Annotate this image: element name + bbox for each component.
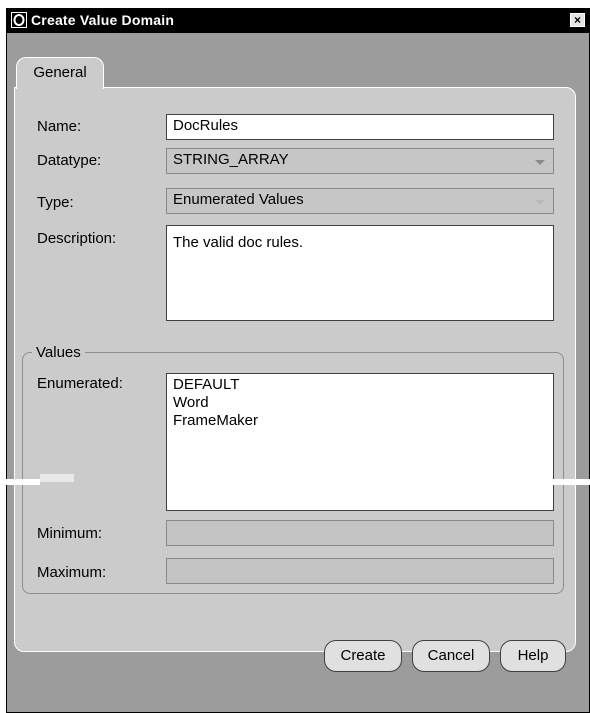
title-bar[interactable]: Create Value Domain ×: [7, 9, 589, 33]
chevron-down-icon: [535, 200, 545, 205]
render-artifact: [0, 479, 40, 485]
close-icon: ×: [573, 13, 581, 27]
render-artifact: [552, 479, 590, 485]
enumerated-label: Enumerated:: [37, 375, 123, 392]
list-item[interactable]: DEFAULT: [173, 376, 547, 394]
chevron-down-icon: [535, 160, 545, 165]
help-button[interactable]: Help: [500, 640, 566, 672]
render-artifact: [40, 474, 74, 482]
tab-general[interactable]: General: [16, 57, 104, 89]
close-button[interactable]: ×: [570, 13, 585, 27]
minimum-input[interactable]: [166, 520, 554, 546]
maximum-input[interactable]: [166, 558, 554, 584]
enumerated-list[interactable]: DEFAULT Word FrameMaker: [166, 373, 554, 511]
name-label: Name:: [37, 118, 82, 135]
list-item[interactable]: FrameMaker: [173, 412, 547, 430]
maximum-label: Maximum:: [37, 564, 107, 581]
type-select[interactable]: Enumerated Values: [166, 188, 554, 214]
datatype-label: Datatype:: [37, 152, 102, 169]
description-label: Description:: [37, 230, 117, 247]
datatype-select[interactable]: STRING_ARRAY: [166, 148, 554, 174]
app-icon: [11, 12, 27, 28]
datatype-value: STRING_ARRAY: [173, 151, 289, 168]
description-textarea[interactable]: The valid doc rules.: [166, 225, 554, 321]
minimum-label: Minimum:: [37, 525, 103, 542]
window-title: Create Value Domain: [31, 12, 175, 28]
type-label: Type:: [37, 194, 74, 211]
cancel-button[interactable]: Cancel: [412, 640, 490, 672]
create-button[interactable]: Create: [324, 640, 402, 672]
name-input[interactable]: DocRules: [166, 114, 554, 140]
values-group-label: Values: [32, 344, 85, 361]
type-value: Enumerated Values: [173, 191, 304, 208]
list-item[interactable]: Word: [173, 394, 547, 412]
